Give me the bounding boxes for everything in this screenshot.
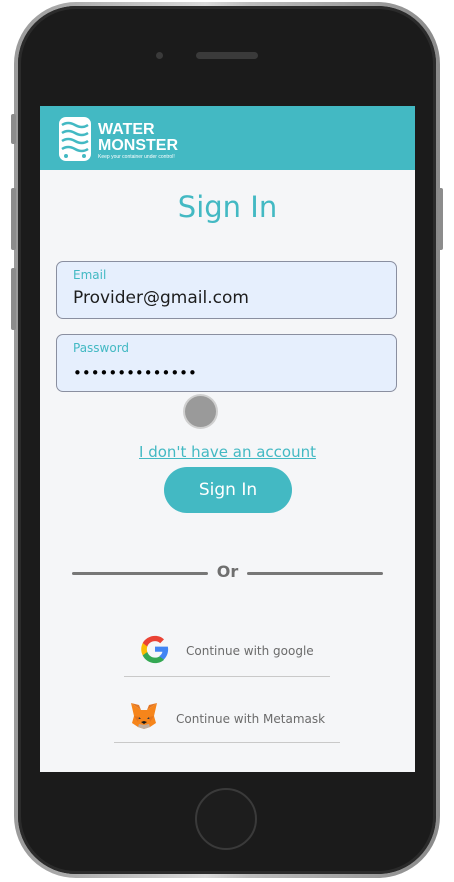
metamask-login-button[interactable]: Continue with Metamask xyxy=(114,694,342,746)
mute-switch xyxy=(11,114,16,144)
email-label: Email xyxy=(73,268,107,282)
power-button xyxy=(438,188,443,250)
email-value[interactable]: Provider@gmail.com xyxy=(73,288,249,308)
password-field[interactable]: Password •••••••••••••• xyxy=(56,334,397,392)
water-container-icon xyxy=(59,117,91,161)
app-header: WATER MONSTER Keep your container under … xyxy=(40,106,415,170)
brand-name: WATER MONSTER xyxy=(98,121,178,154)
google-icon xyxy=(141,635,169,664)
app-screen: WATER MONSTER Keep your container under … xyxy=(40,106,415,772)
loading-indicator xyxy=(185,396,216,427)
divider-line-left xyxy=(72,572,208,575)
volume-down-button xyxy=(11,268,16,330)
google-underline xyxy=(124,676,330,677)
google-login-button[interactable]: Continue with google xyxy=(124,626,332,678)
volume-up-button xyxy=(11,188,16,250)
divider-line-right xyxy=(247,572,383,575)
metamask-underline xyxy=(114,742,340,743)
metamask-login-label: Continue with Metamask xyxy=(176,712,326,726)
no-account-link[interactable]: I don't have an account xyxy=(40,443,415,461)
front-camera xyxy=(156,52,163,59)
home-button[interactable] xyxy=(195,788,257,850)
brand-tagline: Keep your container under control! xyxy=(98,154,175,160)
google-login-label: Continue with google xyxy=(186,644,314,658)
sign-in-button[interactable]: Sign In xyxy=(164,467,292,513)
divider-text: Or xyxy=(216,562,239,581)
password-value[interactable]: •••••••••••••• xyxy=(73,364,197,382)
metamask-fox-icon xyxy=(131,703,157,729)
password-label: Password xyxy=(73,341,130,355)
page-title: Sign In xyxy=(177,190,278,224)
email-field[interactable]: Email Provider@gmail.com xyxy=(56,261,397,319)
earpiece-speaker xyxy=(196,52,258,59)
